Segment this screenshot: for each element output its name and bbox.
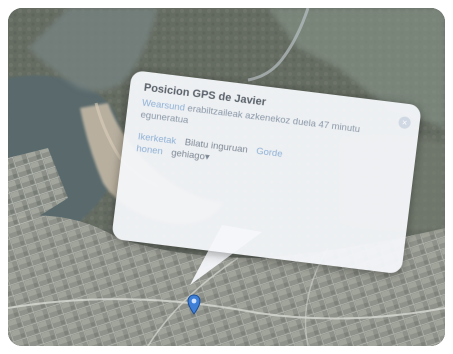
close-icon[interactable]: × xyxy=(397,115,412,130)
action-link-gorde[interactable]: Gorde xyxy=(256,146,284,160)
info-popup: × Posicion GPS de Javier Wearsund erabil… xyxy=(111,70,422,275)
action-link-honen[interactable]: honen xyxy=(136,143,164,157)
location-pin-icon[interactable] xyxy=(187,294,201,316)
